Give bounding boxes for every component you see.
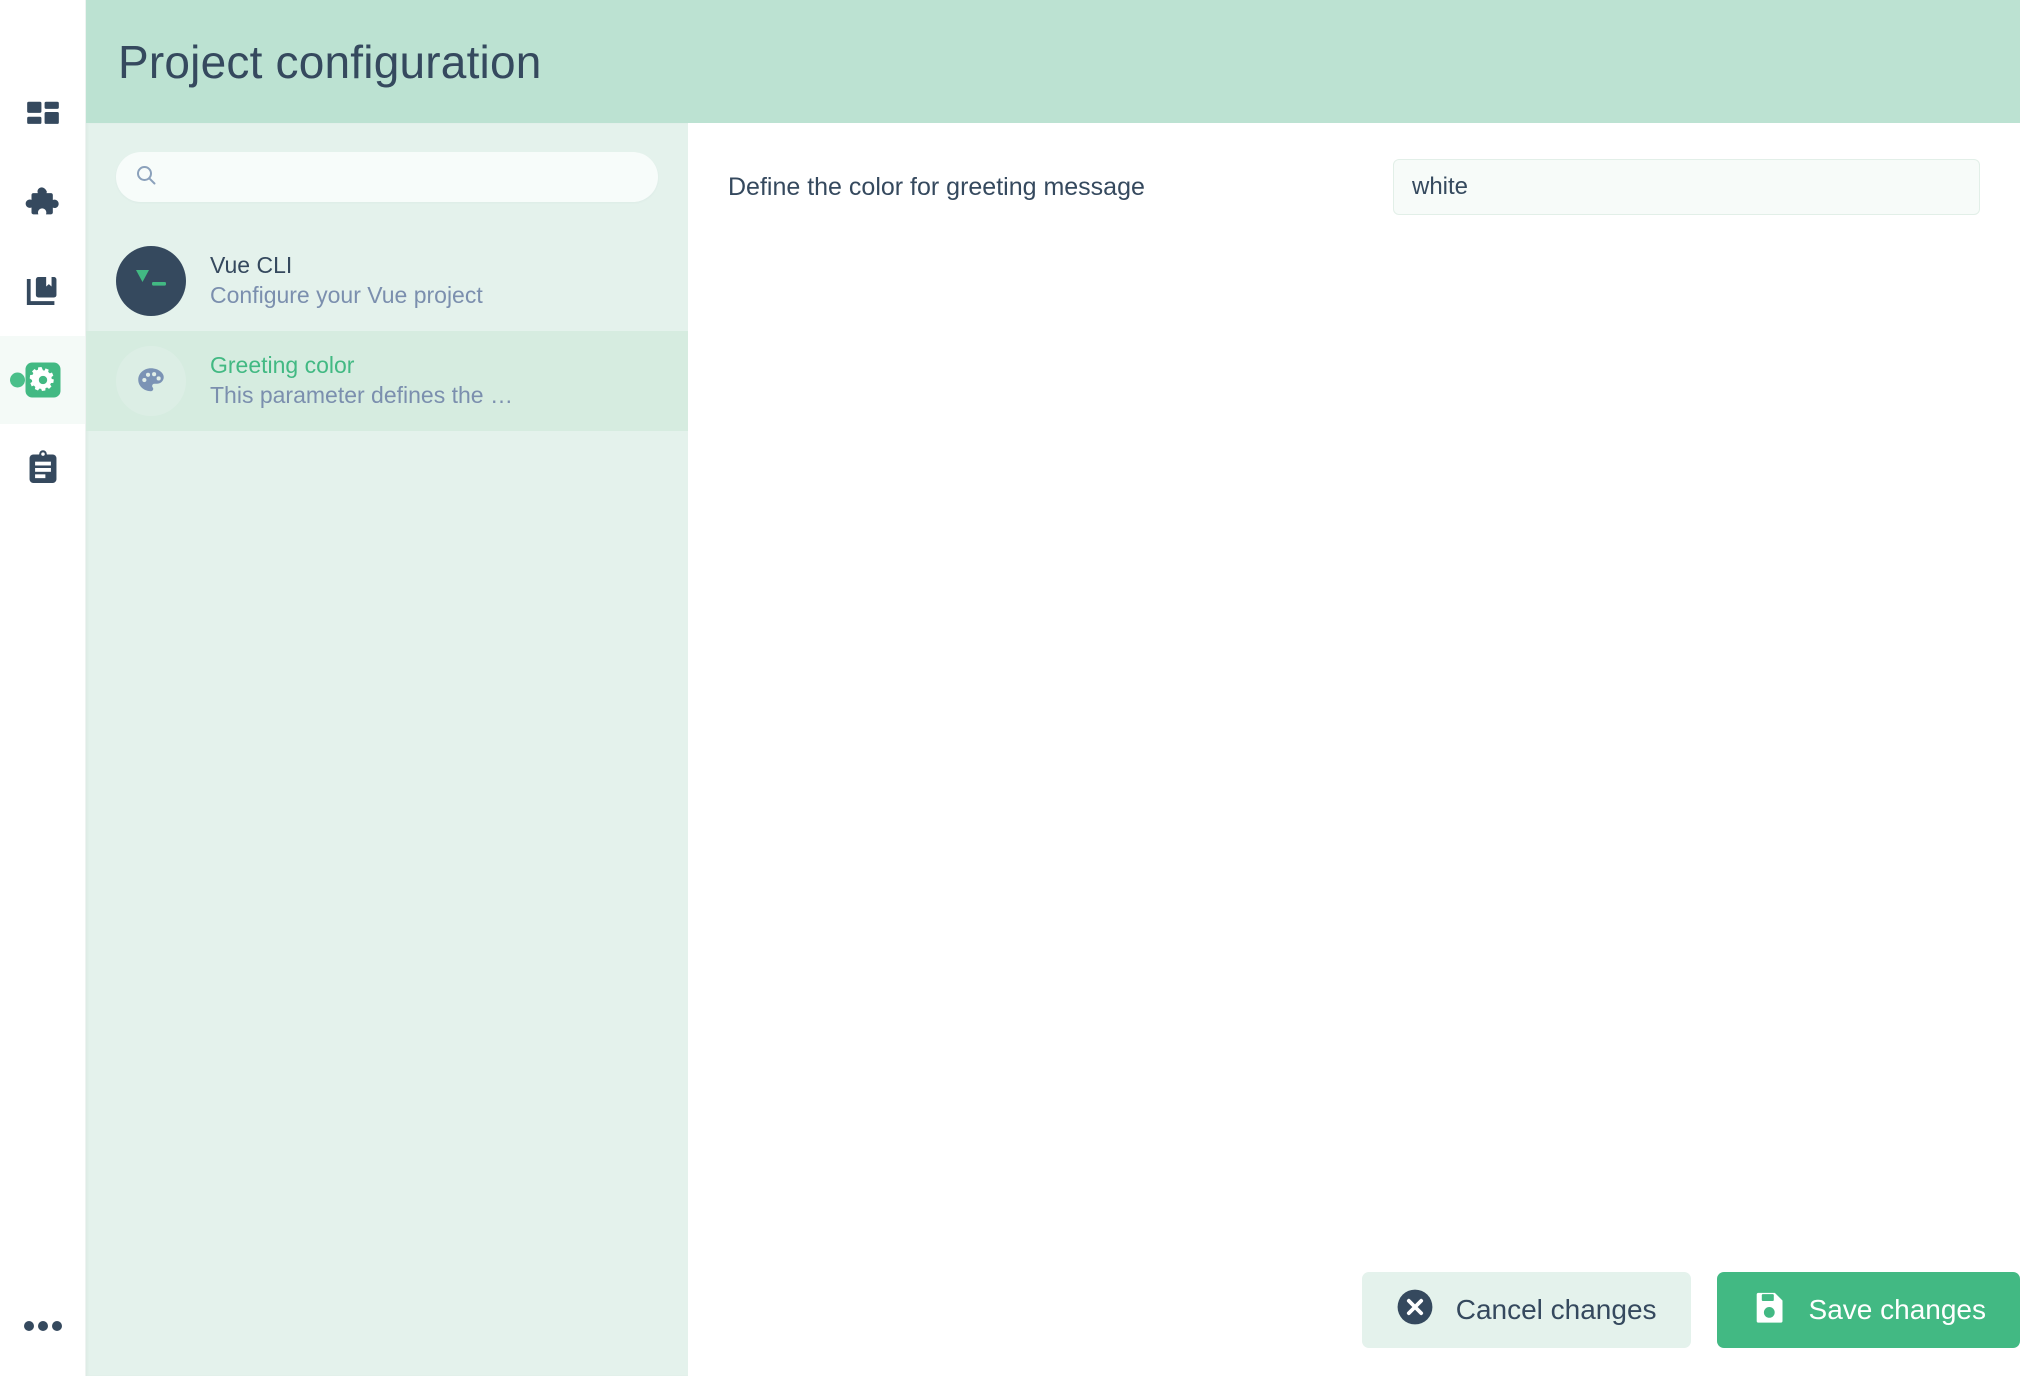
search-box[interactable] xyxy=(116,152,658,202)
body-split: Vue CLI Configure your Vue project Greet… xyxy=(86,123,2020,1376)
list-item-greeting-color[interactable]: Greeting color This parameter defines th… xyxy=(86,331,688,431)
list-item-text: Greeting color This parameter defines th… xyxy=(210,351,513,412)
clipboard-icon xyxy=(24,449,62,487)
cancel-changes-button[interactable]: Cancel changes xyxy=(1361,1272,1691,1348)
sidebar-item-tasks[interactable] xyxy=(0,424,85,512)
sidebar-item-dependencies[interactable] xyxy=(0,248,85,336)
active-indicator-dot xyxy=(10,372,25,388)
close-circle-icon xyxy=(1396,1288,1434,1333)
field-label: Define the color for greeting message xyxy=(728,172,1145,201)
floppy-save-icon xyxy=(1751,1289,1787,1332)
cancel-changes-label: Cancel changes xyxy=(1455,1294,1657,1325)
field-row-greeting-color: Define the color for greeting message xyxy=(688,123,2020,215)
save-changes-button[interactable]: Save changes xyxy=(1716,1272,2020,1348)
puzzle-piece-icon xyxy=(23,184,63,224)
greeting-color-input[interactable] xyxy=(1393,159,1980,215)
content-wrapper: Project configuration Vue CLI Configure … xyxy=(86,0,2020,1376)
sidebar-rail xyxy=(0,0,86,1376)
sidebar-item-plugins[interactable] xyxy=(0,160,85,248)
configuration-list: Vue CLI Configure your Vue project Greet… xyxy=(86,231,688,431)
rail-spacer xyxy=(0,512,85,1276)
books-bookmark-icon xyxy=(24,273,62,311)
configuration-list-panel: Vue CLI Configure your Vue project Greet… xyxy=(86,123,688,1376)
gear-icon xyxy=(23,360,63,400)
list-item-subtitle: This parameter defines the … xyxy=(210,382,513,409)
dashboard-grid-icon xyxy=(24,97,62,135)
app-root: Project configuration Vue CLI Configure … xyxy=(0,0,2020,1376)
more-menu-button[interactable] xyxy=(0,1276,85,1376)
ellipsis-icon xyxy=(23,1320,62,1332)
sidebar-item-dashboard[interactable] xyxy=(0,72,85,160)
palette-icon xyxy=(116,346,186,416)
save-changes-label: Save changes xyxy=(1808,1294,1986,1325)
sidebar-item-configuration[interactable] xyxy=(0,336,85,424)
vue-terminal-icon xyxy=(116,246,186,316)
page-title: Project configuration xyxy=(118,35,542,88)
search-input[interactable] xyxy=(158,152,640,202)
list-item-vue-cli[interactable]: Vue CLI Configure your Vue project xyxy=(86,231,688,331)
detail-spacer xyxy=(688,215,2020,1272)
search-wrapper xyxy=(86,123,688,202)
list-item-title: Greeting color xyxy=(210,351,355,378)
list-item-text: Vue CLI Configure your Vue project xyxy=(210,251,483,312)
list-item-subtitle: Configure your Vue project xyxy=(210,282,483,309)
action-bar: Cancel changes Save changes xyxy=(688,1272,2020,1376)
detail-pane: Define the color for greeting message wh… xyxy=(688,123,2020,1376)
page-header: Project configuration xyxy=(86,0,2020,123)
list-item-title: Vue CLI xyxy=(210,251,293,278)
search-icon xyxy=(134,163,158,192)
field-control xyxy=(1393,159,1980,215)
